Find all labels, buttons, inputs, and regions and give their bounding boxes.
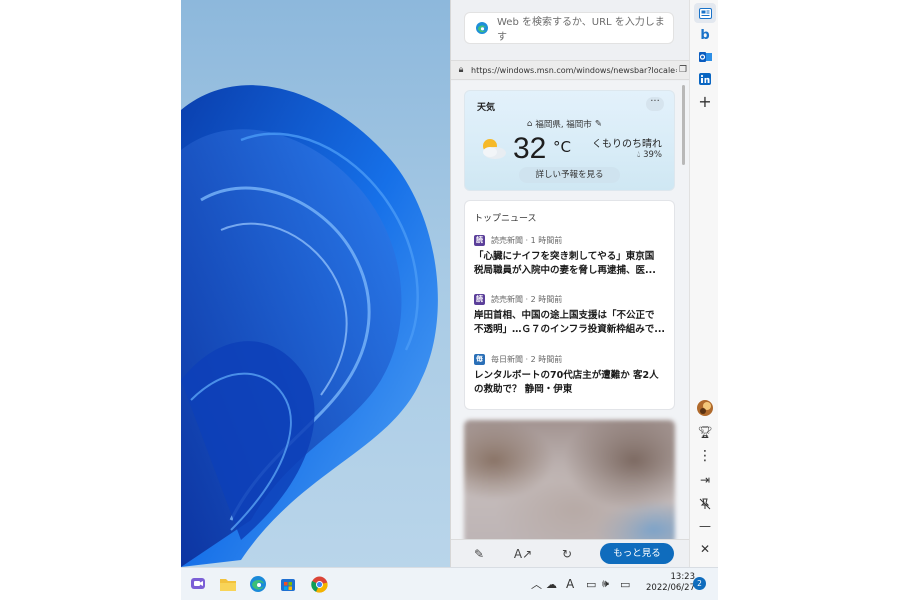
bing-icon[interactable]: b [694, 25, 716, 45]
outlook-icon[interactable] [694, 47, 716, 67]
news-sidebar-icon[interactable] [694, 3, 716, 23]
scrollbar[interactable] [682, 85, 685, 165]
source-logo: 読 [474, 234, 485, 246]
plus-icon[interactable]: + [694, 91, 716, 111]
teams-chat-icon[interactable] [187, 573, 209, 595]
speaker-icon[interactable]: 🕪︎ [602, 575, 609, 593]
ime-indicator[interactable]: A [566, 575, 574, 593]
clock-date: 2022/06/27 [646, 583, 695, 593]
refresh-icon[interactable]: ↻ [559, 546, 575, 562]
weather-temperature: 32 [513, 132, 547, 165]
news-headline[interactable]: レンタルボートの70代店主が遭難か 客2人 の救助で？ 静岡・伊東 [474, 369, 670, 397]
news-source: 毎 毎日新聞 · 2 時間前 [474, 353, 670, 365]
newsbar-bottom-bar: ✎ A↗ ↻ もっと見る [451, 539, 689, 567]
edge-taskbar-icon[interactable] [247, 573, 269, 595]
news-source-text: 読売新聞 · 2 時間前 [491, 294, 563, 304]
weather-unit: °C [553, 138, 571, 156]
linkedin-icon[interactable] [694, 69, 716, 89]
news-headline-line: 不透明」…Ｇ７のインフラ投資新枠組みで... [474, 324, 666, 335]
avatar[interactable] [694, 398, 716, 418]
news-headline[interactable]: 岸田首相、中国の途上国支援は「不公正で 不透明」…Ｇ７のインフラ投資新枠組みで.… [474, 309, 670, 337]
home-icon: ⌂ [527, 119, 533, 129]
text-size-icon[interactable]: A↗ [514, 546, 532, 562]
notification-badge[interactable]: 2 [693, 577, 706, 590]
taskbar: ︿ ☁︎ A ▭ 🕪︎ ▭ 13:23 2022/06/27 2 [181, 567, 718, 600]
news-headline-line: 「心臓にナイフを突き刺してやる」東京国 [474, 251, 655, 262]
edge-sidebar-panel: Web を検索するか、URL を入力します 🔒︎ https://windows… [450, 0, 718, 567]
display-icon[interactable]: ▭ [586, 575, 596, 593]
onedrive-icon[interactable]: ☁︎ [546, 575, 557, 593]
news-source-text: 読売新聞 · 1 時間前 [491, 235, 563, 245]
drop-icon: 💧︎ [636, 150, 641, 160]
blurred-image-card[interactable] [464, 420, 675, 539]
top-news-card: トップニュース 読 読売新聞 · 1 時間前 「心臓にナイフを突き刺してやる」東… [464, 200, 675, 410]
weather-humidity-value: 39% [643, 150, 662, 160]
news-source: 読 読売新聞 · 1 時間前 [474, 234, 670, 246]
pencil-icon[interactable]: ✎ [595, 119, 602, 129]
minimize-icon[interactable]: — [694, 516, 716, 536]
chrome-icon[interactable] [308, 573, 330, 595]
weather-title: 天気 [477, 103, 496, 113]
news-item[interactable]: 読 読売新聞 · 2 時間前 岸田首相、中国の途上国支援は「不公正で 不透明」…… [474, 293, 670, 337]
battery-icon[interactable]: ▭ [620, 575, 630, 593]
more-news-button[interactable]: もっと見る [600, 543, 674, 564]
weather-more-button[interactable]: ··· [646, 97, 664, 111]
source-logo: 毎 [474, 353, 485, 365]
weather-location[interactable]: ⌂ 福岡県, 福岡市 ✎ [527, 118, 602, 130]
chevron-up-icon[interactable]: ︿ [531, 575, 542, 593]
news-headline-line: の救助で？ 静岡・伊東 [474, 384, 573, 395]
search-input[interactable]: Web を検索するか、URL を入力します [464, 12, 674, 44]
sidebar-icon-rail: b + 🏆︎ ⋮ ⇥ — ✕ [689, 0, 718, 567]
pen-icon[interactable]: ✎ [471, 546, 487, 562]
weather-card[interactable]: 天気 ··· ⌂ 福岡県, 福岡市 ✎ 32 °C くもりのち晴れ 💧︎ 39%… [464, 90, 675, 191]
partly-cloudy-icon [483, 139, 506, 159]
unpin-icon[interactable] [694, 494, 716, 514]
news-item[interactable]: 毎 毎日新聞 · 2 時間前 レンタルボートの70代店主が遭難か 客2人 の救助… [474, 353, 670, 397]
address-bar[interactable]: 🔒︎ https://windows.msn.com/windows/newsb… [451, 60, 689, 80]
dock-icon[interactable]: ⇥ [694, 470, 716, 490]
newsbar-content: 天気 ··· ⌂ 福岡県, 福岡市 ✎ 32 °C くもりのち晴れ 💧︎ 39%… [451, 81, 689, 539]
weather-location-text: 福岡県, 福岡市 [535, 120, 592, 130]
screen: Web を検索するか、URL を入力します 🔒︎ https://windows… [181, 0, 718, 600]
search-placeholder: Web を検索するか、URL を入力します [497, 17, 665, 43]
source-logo: 読 [474, 293, 485, 305]
news-source-text: 毎日新聞 · 2 時間前 [491, 354, 563, 364]
trophy-icon[interactable]: 🏆︎ [694, 422, 716, 442]
desktop-wallpaper [181, 0, 451, 567]
weather-humidity: 💧︎ 39% [637, 150, 662, 160]
edge-icon [476, 22, 488, 34]
news-headline[interactable]: 「心臓にナイフを突き刺してやる」東京国 税局職員が入院中の妻を脅し再逮捕、医..… [474, 250, 670, 278]
clock[interactable]: 13:23 2022/06/27 [639, 572, 695, 594]
weather-condition: くもりのち晴れ [592, 139, 662, 150]
news-headline-line: 税局職員が入院中の妻を脅し再逮捕、医... [474, 265, 656, 276]
more-vertical-icon[interactable]: ⋮ [694, 446, 716, 466]
lock-icon: 🔒︎ [458, 65, 464, 75]
panel-main: Web を検索するか、URL を入力します 🔒︎ https://windows… [451, 0, 689, 567]
copy-icon[interactable]: ❐ [677, 64, 689, 76]
close-icon[interactable]: ✕ [694, 539, 716, 559]
weather-details-button[interactable]: 詳しい予報を見る [519, 167, 620, 183]
news-section-title: トップニュース [474, 214, 537, 224]
news-headline-line: 岸田首相、中国の途上国支援は「不公正で [474, 310, 655, 321]
news-item[interactable]: 読 読売新聞 · 1 時間前 「心臓にナイフを突き刺してやる」東京国 税局職員が… [474, 234, 670, 278]
address-url: https://windows.msn.com/windows/newsbar?… [471, 65, 677, 75]
news-source: 読 読売新聞 · 2 時間前 [474, 293, 670, 305]
news-headline-line: レンタルボートの70代店主が遭難か 客2人 [474, 370, 659, 381]
file-explorer-icon[interactable] [217, 573, 239, 595]
clock-time: 13:23 [670, 572, 696, 582]
store-icon[interactable] [277, 573, 299, 595]
